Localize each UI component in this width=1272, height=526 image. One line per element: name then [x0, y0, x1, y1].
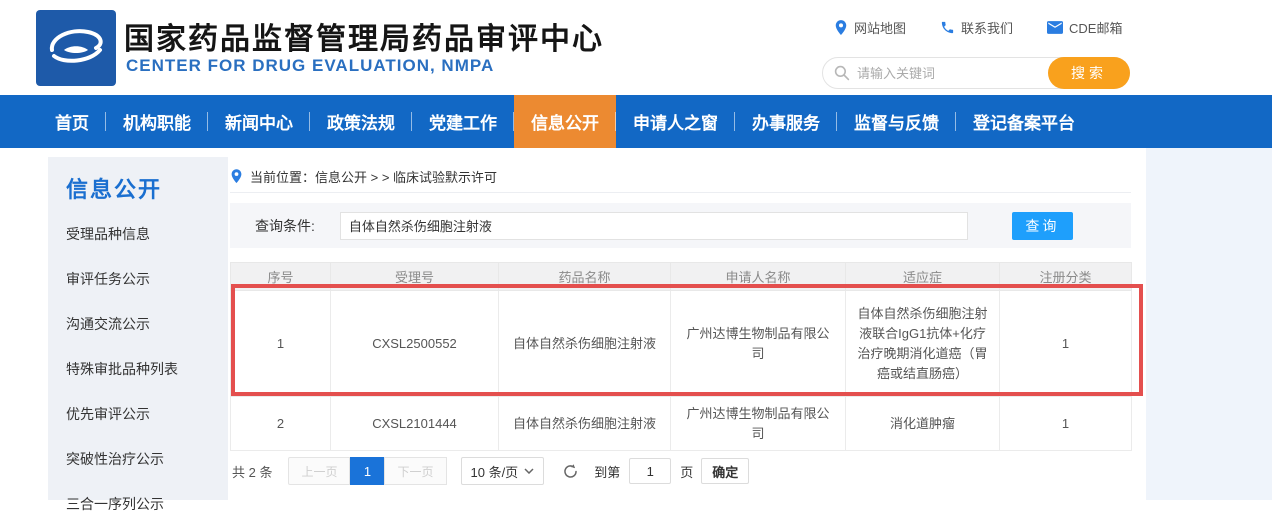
column-header-acceptance-no: 受理号	[331, 263, 499, 291]
site-header: 国家药品监督管理局药品审评中心 CENTER FOR DRUG EVALUATI…	[0, 0, 1272, 95]
nav-item-label: 党建工作	[429, 109, 497, 134]
cde-logo	[36, 10, 116, 86]
contact-link[interactable]: 联系我们	[940, 18, 1013, 37]
cell-applicant: 广州达博生物制品有限公司	[671, 291, 846, 397]
sidebar-item-priority-review[interactable]: 优先审评公示	[48, 391, 228, 436]
nav-item-label: 登记备案平台	[973, 109, 1075, 134]
confirm-button[interactable]: 确定	[701, 458, 749, 484]
cell-drug-name: 自体自然杀伤细胞注射液	[499, 291, 671, 397]
nav-item-label: 申请人之窗	[633, 109, 718, 134]
query-condition-input[interactable]	[340, 212, 968, 240]
sidebar-item-three-in-one-sequence[interactable]: 三合一序列公示	[48, 481, 228, 526]
sidebar-item-communication[interactable]: 沟通交流公示	[48, 301, 228, 346]
chevron-down-icon	[524, 468, 534, 474]
cde-mail-link-label: CDE邮箱	[1069, 18, 1122, 37]
pagination-bar: 共 2 条 上一页 1 下一页 10 条/页 到第 页 确定	[232, 456, 1133, 486]
column-header-applicant: 申请人名称	[671, 263, 846, 291]
column-header-seq: 序号	[231, 263, 331, 291]
location-pin-icon	[834, 20, 848, 36]
nav-item-label: 办事服务	[752, 109, 820, 134]
goto-page-input[interactable]	[629, 458, 671, 484]
query-bar: 查询条件: 查询	[230, 203, 1131, 248]
sitemap-link[interactable]: 网站地图	[834, 18, 906, 37]
nav-item-party-building[interactable]: 党建工作	[412, 95, 514, 148]
cde-mail-link[interactable]: CDE邮箱	[1047, 18, 1122, 37]
cell-reg-class: 1	[1000, 291, 1132, 397]
nav-item-label: 首页	[55, 109, 89, 134]
nav-item-services[interactable]: 办事服务	[735, 95, 837, 148]
cell-acceptance-no: CXSL2500552	[331, 291, 499, 397]
next-page-button[interactable]: 下一页	[384, 457, 446, 485]
page-right-background	[1146, 148, 1272, 500]
mail-icon	[1047, 21, 1063, 34]
nav-item-label: 信息公开	[531, 109, 599, 134]
sitemap-link-label: 网站地图	[854, 18, 906, 37]
contact-link-label: 联系我们	[961, 18, 1013, 37]
nav-item-functions[interactable]: 机构职能	[106, 95, 208, 148]
results-table: 序号 受理号 药品名称 申请人名称 适应症 注册分类 1 CXSL2500552…	[230, 262, 1132, 451]
prev-page-button[interactable]: 上一页	[288, 457, 350, 485]
site-search: 搜索	[822, 57, 1130, 89]
cell-applicant: 广州达博生物制品有限公司	[671, 397, 846, 451]
site-subtitle: CENTER FOR DRUG EVALUATION, NMPA	[126, 56, 494, 76]
breadcrumb-label: 当前位置：信息公开 > > 临床试验默示许可	[250, 167, 497, 186]
sidebar-menu: 受理品种信息 审评任务公示 沟通交流公示 特殊审批品种列表 优先审评公示 突破性…	[48, 211, 228, 526]
sidebar-item-breakthrough-therapy[interactable]: 突破性治疗公示	[48, 436, 228, 481]
cell-drug-name: 自体自然杀伤细胞注射液	[499, 397, 671, 451]
nav-item-home[interactable]: 首页	[38, 95, 106, 148]
sidebar-information-disclosure: 信息公开 受理品种信息 审评任务公示 沟通交流公示 特殊审批品种列表 优先审评公…	[48, 157, 228, 500]
main-nav: 首页 机构职能 新闻中心 政策法规 党建工作 信息公开 申请人之窗 办事服务 监…	[0, 95, 1272, 148]
query-button[interactable]: 查询	[1012, 212, 1073, 240]
cell-seq: 1	[231, 291, 331, 397]
nav-item-label: 监督与反馈	[854, 109, 939, 134]
cell-indication: 自体自然杀伤细胞注射液联合IgG1抗体+化疗治疗晚期消化道癌（胃癌或结直肠癌）	[846, 291, 1000, 397]
sidebar-item-special-approval-list[interactable]: 特殊审批品种列表	[48, 346, 228, 391]
nav-item-news[interactable]: 新闻中心	[208, 95, 310, 148]
query-condition-label: 查询条件:	[255, 216, 315, 236]
table-header-row: 序号 受理号 药品名称 申请人名称 适应症 注册分类	[231, 263, 1132, 291]
search-icon	[834, 65, 850, 81]
logo-swirl-icon	[44, 20, 108, 76]
nav-item-label: 新闻中心	[225, 109, 293, 134]
table-row[interactable]: 1 CXSL2500552 自体自然杀伤细胞注射液 广州达博生物制品有限公司 自…	[231, 291, 1132, 397]
nav-item-policies[interactable]: 政策法规	[310, 95, 412, 148]
nav-item-supervision-feedback[interactable]: 监督与反馈	[837, 95, 956, 148]
phone-icon	[940, 20, 955, 35]
sidebar-title: 信息公开	[66, 172, 228, 204]
sidebar-item-review-tasks[interactable]: 审评任务公示	[48, 256, 228, 301]
goto-page-label: 到第	[594, 462, 620, 481]
cell-seq: 2	[231, 397, 331, 451]
cell-indication: 消化道肿瘤	[846, 397, 1000, 451]
site-title: 国家药品监督管理局药品审评中心	[124, 14, 604, 58]
search-button[interactable]: 搜索	[1048, 57, 1130, 89]
total-count-label: 共 2 条	[232, 462, 272, 481]
nav-item-applicant-window[interactable]: 申请人之窗	[616, 95, 735, 148]
column-header-indication: 适应症	[846, 263, 1000, 291]
cell-reg-class: 1	[1000, 397, 1132, 451]
nav-item-label: 机构职能	[123, 109, 191, 134]
page-size-select[interactable]: 10 条/页	[461, 457, 545, 485]
nav-item-information-disclosure[interactable]: 信息公开	[514, 95, 616, 148]
top-utility-links: 网站地图 联系我们 CDE邮箱	[834, 18, 1154, 37]
page-size-value: 10 条/页	[471, 462, 519, 481]
location-pin-icon	[230, 169, 243, 184]
breadcrumb: 当前位置：信息公开 > > 临床试验默示许可	[230, 160, 1131, 193]
current-page-button[interactable]: 1	[350, 457, 384, 485]
column-header-drug-name: 药品名称	[499, 263, 671, 291]
nav-item-registration-platform[interactable]: 登记备案平台	[956, 95, 1092, 148]
refresh-icon[interactable]	[560, 461, 580, 481]
table-row[interactable]: 2 CXSL2101444 自体自然杀伤细胞注射液 广州达博生物制品有限公司 消…	[231, 397, 1132, 451]
sidebar-item-accepted-varieties[interactable]: 受理品种信息	[48, 211, 228, 256]
cell-acceptance-no: CXSL2101444	[331, 397, 499, 451]
goto-page-suffix: 页	[680, 462, 693, 481]
nav-item-label: 政策法规	[327, 109, 395, 134]
column-header-reg-class: 注册分类	[1000, 263, 1132, 291]
